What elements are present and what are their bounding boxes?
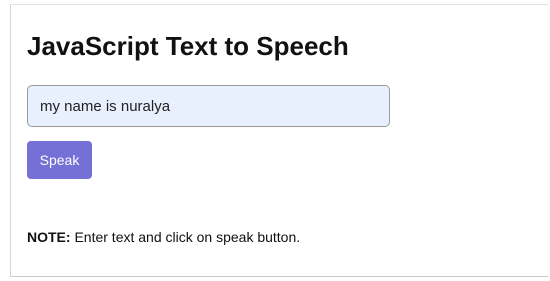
page-title: JavaScript Text to Speech (27, 31, 349, 61)
note-body: Enter text and click on speak button. (70, 229, 301, 245)
note-label: NOTE: (27, 229, 71, 245)
note-text: NOTE: Enter text and click on speak butt… (27, 228, 300, 246)
speak-button[interactable]: Speak (27, 141, 92, 179)
text-input[interactable] (27, 85, 390, 127)
